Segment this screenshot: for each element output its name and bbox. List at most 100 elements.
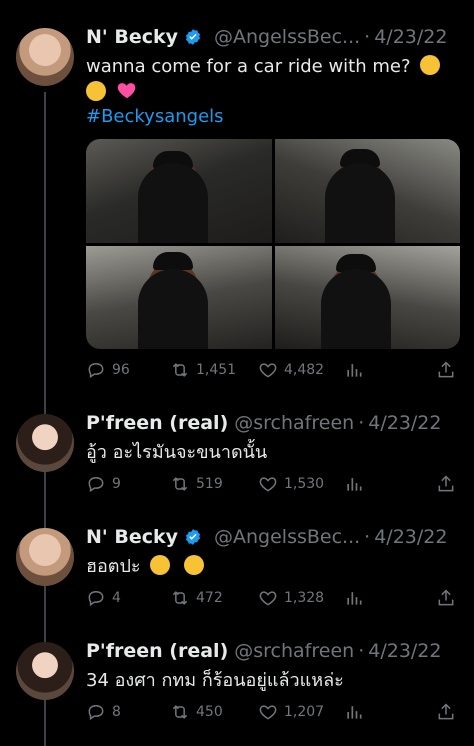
hashtag-link[interactable]: #Beckysangels	[86, 106, 224, 127]
tweet-text: อู้ว อะไรมันจะขนาดนั้น	[86, 442, 268, 463]
retweet-button[interactable]: 472	[170, 588, 223, 608]
tweet-actions: 8 450 1,207	[86, 702, 460, 726]
reply-count: 9	[112, 476, 121, 492]
retweet-count: 450	[196, 704, 223, 720]
retweet-count: 472	[196, 590, 223, 606]
photo-4[interactable]	[274, 245, 460, 349]
display-name[interactable]: P'freen (real)	[86, 640, 228, 662]
photo-figure-body	[324, 162, 395, 243]
retweet-icon	[172, 705, 188, 719]
like-icon	[259, 363, 277, 378]
share-button[interactable]	[436, 474, 462, 494]
views-button[interactable]	[344, 702, 370, 722]
tweet-header: N' Becky @AngelssBec... · 4/23/22	[86, 526, 447, 548]
retweet-button[interactable]: 450	[170, 702, 223, 722]
reply-icon	[88, 590, 104, 607]
media-grid[interactable]	[86, 139, 460, 349]
separator-dot: ·	[364, 26, 371, 48]
like-button[interactable]: 4,482	[258, 360, 324, 380]
separator-dot: ·	[358, 640, 365, 662]
tweet-header: N' Becky @AngelssBec... · 4/23/22	[86, 26, 447, 48]
tweet-header: P'freen (real) @srchafreen · 4/23/22	[86, 412, 441, 434]
like-count: 1,530	[284, 476, 325, 492]
avatar[interactable]	[16, 528, 74, 586]
relieved-emoji	[184, 555, 205, 575]
photo-1[interactable]	[86, 139, 272, 243]
like-button[interactable]: 1,530	[258, 474, 324, 494]
reply-button[interactable]: 96	[86, 360, 130, 380]
share-button[interactable]	[436, 360, 462, 380]
tweet-actions: 96 1,451 4,482	[86, 360, 460, 384]
tweet-text-content: ฮอตปะ	[86, 556, 141, 577]
tweet-header: P'freen (real) @srchafreen · 4/23/22	[86, 640, 441, 662]
retweet-count: 1,451	[196, 362, 237, 378]
flushed-emoji	[150, 555, 171, 575]
separator-dot: ·	[364, 526, 371, 548]
retweet-button[interactable]: 519	[170, 474, 223, 494]
like-icon	[259, 705, 277, 720]
views-button[interactable]	[344, 588, 370, 608]
like-icon	[259, 591, 277, 606]
tweet-text-content: wanna come for a car ride with me?	[86, 56, 411, 77]
photo-figure-body	[138, 269, 208, 349]
reply-icon	[88, 704, 104, 721]
retweet-icon	[172, 363, 188, 377]
user-handle[interactable]: @AngelssBec...	[214, 526, 360, 548]
photo-figure-cap	[153, 251, 193, 270]
photo-figure-body	[320, 269, 391, 349]
display-name[interactable]: N' Becky	[86, 526, 178, 548]
tweet-text: ฮอตปะ	[86, 554, 205, 579]
share-icon	[438, 703, 454, 720]
views-icon	[347, 706, 362, 719]
user-handle[interactable]: @AngelssBec...	[214, 26, 360, 48]
tweet-date[interactable]: 4/23/22	[374, 26, 447, 48]
views-button[interactable]	[344, 360, 370, 380]
share-button[interactable]	[436, 588, 462, 608]
tweet-actions: 9 519 1,530	[86, 474, 460, 498]
display-name[interactable]: P'freen (real)	[86, 412, 228, 434]
like-icon	[259, 477, 277, 492]
verified-badge-icon	[185, 529, 201, 545]
like-button[interactable]: 1,207	[258, 702, 324, 722]
avatar[interactable]	[16, 28, 74, 86]
verified-badge-icon	[185, 29, 201, 45]
like-count: 4,482	[284, 362, 325, 378]
photo-figure-body	[138, 162, 208, 243]
share-icon	[438, 589, 454, 606]
reply-button[interactable]: 9	[86, 474, 121, 494]
like-count: 1,207	[284, 704, 325, 720]
photo-3[interactable]	[86, 245, 272, 349]
photo-2[interactable]	[274, 139, 460, 243]
views-icon	[347, 364, 362, 377]
reply-icon	[88, 362, 104, 379]
tweet-date[interactable]: 4/23/22	[368, 412, 441, 434]
views-icon	[347, 592, 362, 605]
heart-emoji	[117, 83, 136, 99]
share-button[interactable]	[436, 702, 462, 722]
like-button[interactable]: 1,328	[258, 588, 324, 608]
retweet-count: 519	[196, 476, 223, 492]
reply-button[interactable]: 4	[86, 588, 121, 608]
views-button[interactable]	[344, 474, 370, 494]
avatar[interactable]	[16, 414, 74, 472]
retweet-button[interactable]: 1,451	[170, 360, 236, 380]
tweet-date[interactable]: 4/23/22	[368, 640, 441, 662]
reply-button[interactable]: 8	[86, 702, 121, 722]
retweet-icon	[172, 477, 188, 491]
user-handle[interactable]: @srchafreen	[234, 412, 354, 434]
reply-count: 8	[112, 704, 121, 720]
reply-icon	[88, 476, 104, 493]
tweet-date[interactable]: 4/23/22	[374, 526, 447, 548]
avatar[interactable]	[16, 642, 74, 700]
share-icon	[438, 475, 454, 492]
separator-dot: ·	[358, 412, 365, 434]
like-count: 1,328	[284, 590, 325, 606]
retweet-icon	[172, 591, 188, 605]
tweet-actions: 4 472 1,328	[86, 588, 460, 612]
tweet-text: wanna come for a car ride with me?	[86, 54, 441, 105]
reply-count: 4	[112, 590, 121, 606]
kiss-emoji	[86, 81, 106, 101]
display-name[interactable]: N' Becky	[86, 26, 178, 48]
share-icon	[438, 361, 454, 378]
user-handle[interactable]: @srchafreen	[234, 640, 354, 662]
